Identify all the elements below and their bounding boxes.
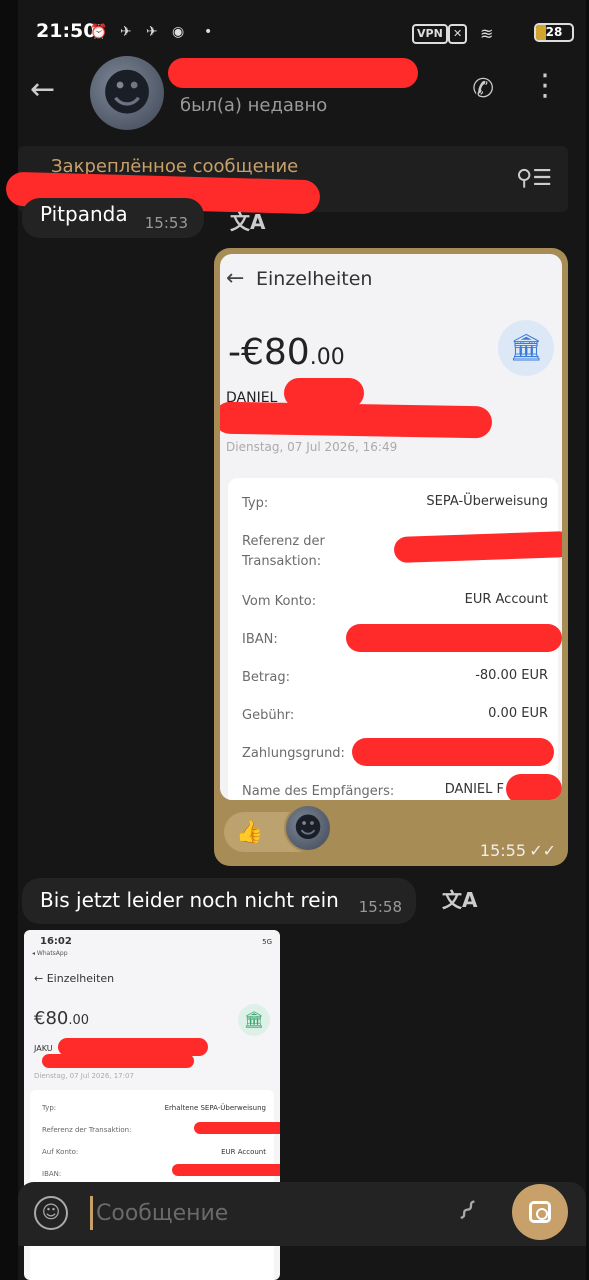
reaction-chip[interactable]: 👍 ☻ — [224, 804, 332, 852]
contact-name-redaction — [168, 58, 418, 88]
detail-row: Vom Konto: EUR Account — [242, 592, 548, 609]
name-redaction-2 — [220, 401, 493, 439]
status-time: 21:50 — [36, 20, 97, 42]
screenshot-back-icon: ← — [226, 266, 245, 291]
message-input[interactable] — [96, 1194, 396, 1232]
detail-row: Typ: Erhaltene SEPA-Überweisung — [42, 1104, 266, 1112]
bank-icon: 🏛 — [498, 320, 554, 376]
translate-icon[interactable]: 文A — [442, 884, 477, 913]
read-checkmarks-icon: ✓✓ — [529, 841, 556, 860]
sender-name: JAKU — [34, 1044, 53, 1053]
message-composer: ☺ ⌇ — [18, 1182, 586, 1246]
detail-row: Typ: SEPA-Überweisung — [242, 494, 548, 511]
pinned-list-icon[interactable]: ⚲☰ — [516, 166, 552, 191]
detail-row: Name des Empfängers: DANIEL F — [242, 782, 504, 799]
chat-screen: 21:50 ⏰ ✈ ✈ ◉ • VPN ✕ ≋ 28 ← ☻ был(а) не… — [5, 0, 586, 1280]
message-time: 15:58 — [358, 898, 402, 916]
detail-row: Betrag: -80.00 EUR — [242, 668, 548, 685]
iban-redaction — [172, 1164, 280, 1176]
incoming-message[interactable]: Pitpanda 15:53 — [22, 198, 204, 238]
name-redaction-2 — [42, 1054, 194, 1068]
vpn-badge: VPN — [412, 24, 448, 44]
message-text: Pitpanda — [40, 202, 128, 226]
battery-level: 28 — [545, 25, 563, 39]
status-bar: 21:50 ⏰ ✈ ✈ ◉ • VPN ✕ ≋ 28 — [18, 14, 586, 50]
emoji-icon[interactable]: ☺ — [34, 1196, 68, 1230]
moon-face-icon: ☻ — [100, 64, 154, 122]
sim-off-icon: ✕ — [448, 24, 468, 44]
transaction-details-card: Typ: SEPA-Überweisung Referenz der Transa… — [228, 478, 562, 800]
reference-redaction — [194, 1122, 280, 1134]
screenshot-status-time: 16:02 — [40, 936, 72, 947]
message-time: 15:55 — [479, 841, 526, 860]
notification-icon: ✈ — [120, 24, 132, 40]
screenshot-back-app: ◂ WhatsApp — [32, 950, 68, 957]
screen: 21:50 ⏰ ✈ ✈ ◉ • VPN ✕ ≋ 28 ← ☻ был(а) не… — [0, 0, 589, 1280]
dot-icon: • — [204, 24, 213, 40]
detail-row: Gebühr: 0.00 EUR — [242, 706, 548, 723]
transaction-amount: €80.00 — [34, 1008, 90, 1029]
screenshot-title: ← Einzelheiten — [34, 972, 115, 985]
transaction-screenshot[interactable]: ← Einzelheiten -€80.00 🏛 DANIEL Dienstag… — [220, 254, 562, 800]
transaction-date: Dienstag, 07 Jul 2026, 17:07 — [34, 1072, 134, 1080]
camera-icon — [529, 1201, 551, 1223]
detail-row: Auf Konto: EUR Account — [42, 1148, 266, 1156]
avatar[interactable]: ☻ — [90, 56, 164, 130]
outgoing-image-message[interactable]: ← Einzelheiten -€80.00 🏛 DANIEL Dienstag… — [214, 248, 568, 866]
battery-icon: 28 — [534, 23, 574, 42]
camera-button[interactable] — [512, 1184, 568, 1240]
reactor-avatar: ☻ — [284, 804, 332, 852]
more-menu-icon[interactable]: ⋮ — [530, 68, 560, 103]
detail-row: Referenz der Transaktion: — [242, 534, 325, 569]
iban-redaction — [346, 624, 562, 652]
back-arrow-icon[interactable]: ← — [30, 72, 55, 107]
payment-reason-redaction — [352, 738, 554, 766]
reference-redaction — [393, 530, 562, 564]
message-text: Bis jetzt leider noch nicht rein — [40, 888, 339, 912]
attachment-paperclip-icon[interactable]: ⌇ — [451, 1193, 483, 1227]
transaction-amount: -€80.00 — [228, 332, 345, 373]
last-seen-status: был(а) недавно — [180, 95, 328, 116]
incoming-message[interactable]: Bis jetzt leider noch nicht rein 15:58 — [22, 878, 416, 924]
wifi-icon: ≋ — [480, 24, 494, 43]
chat-header: ← ☻ был(а) недавно ✆ ⋮ — [18, 50, 586, 130]
text-caret — [90, 1196, 93, 1230]
screenshot-signal: 5G — [262, 938, 272, 946]
translate-icon[interactable]: 文A — [230, 206, 265, 235]
phone-call-icon[interactable]: ✆ — [472, 74, 494, 104]
transaction-date: Dienstag, 07 Jul 2026, 16:49 — [226, 440, 398, 454]
notification-icon-2: ✈ — [146, 24, 158, 40]
recipient-redaction — [506, 774, 562, 800]
screenshot-title: Einzelheiten — [256, 268, 373, 290]
thumbs-up-icon: 👍 — [236, 820, 264, 845]
bank-icon: 🏛 — [238, 1004, 270, 1036]
message-time: 15:53 — [144, 214, 188, 232]
app-icon: ◉ — [172, 24, 185, 40]
alarm-off-icon: ⏰ — [90, 24, 108, 40]
